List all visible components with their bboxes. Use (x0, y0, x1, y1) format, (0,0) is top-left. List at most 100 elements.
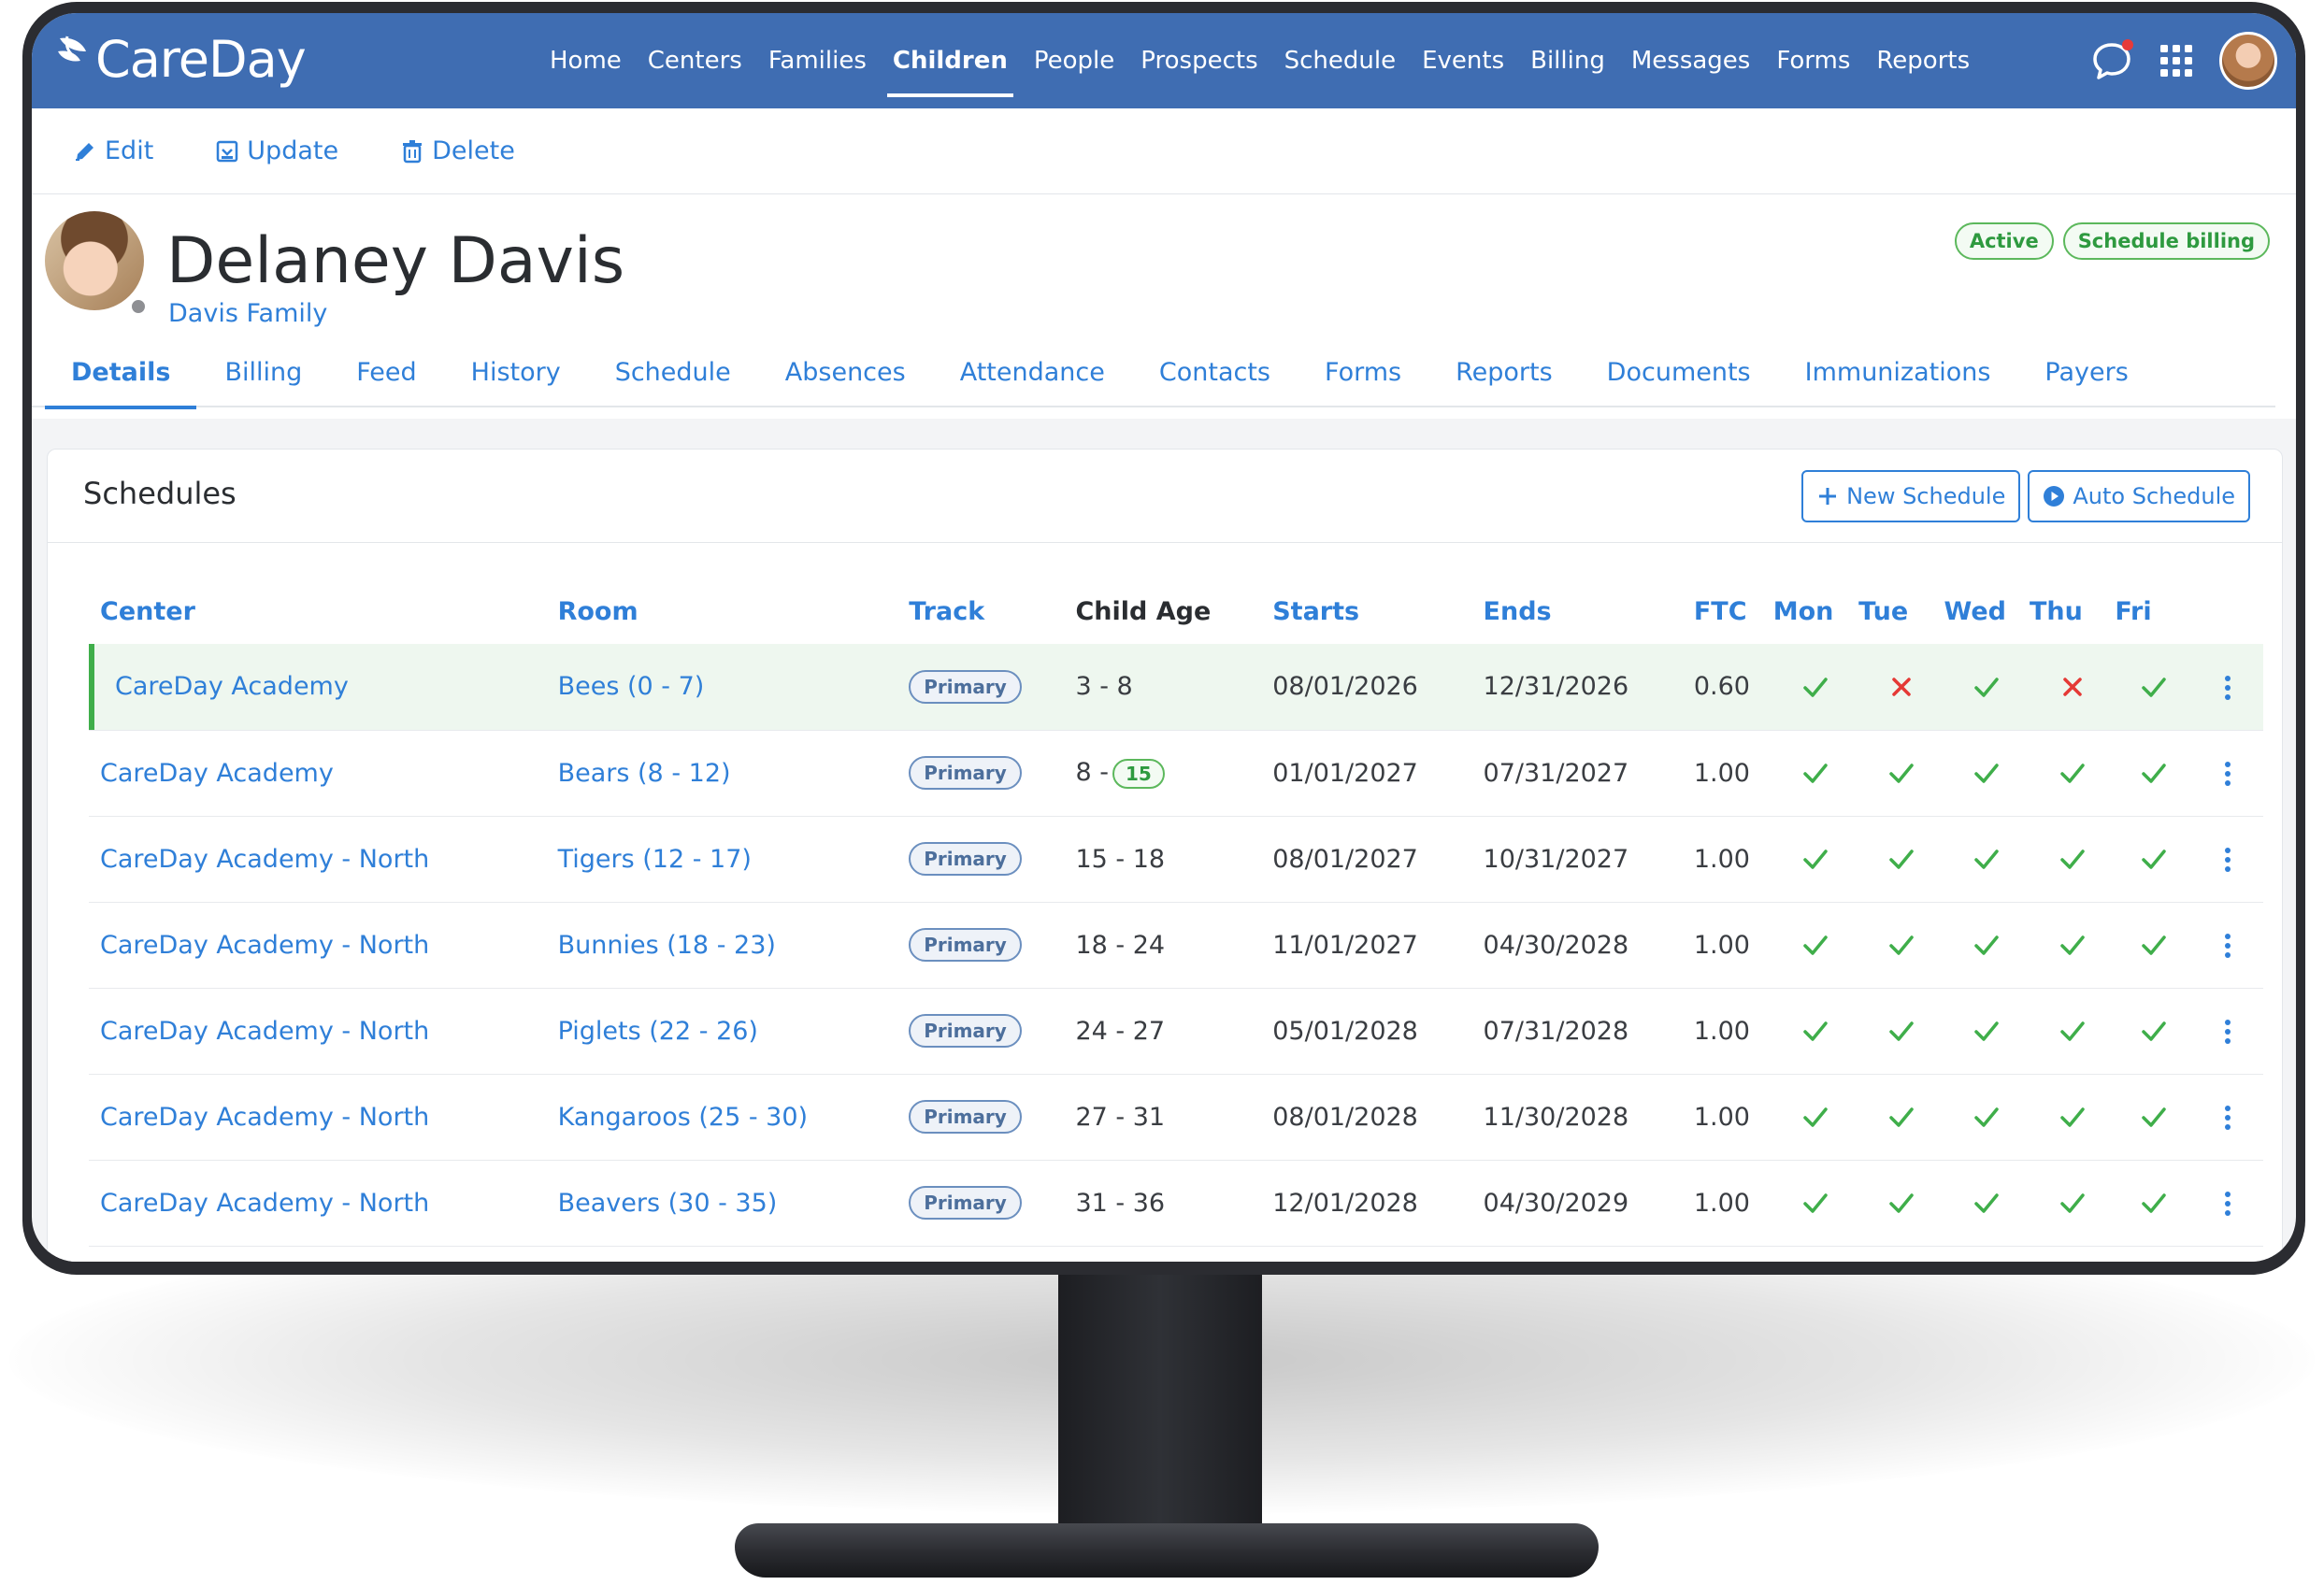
check-icon (2139, 844, 2169, 873)
schedule-center-link[interactable]: CareDay Academy (89, 730, 547, 817)
nav-item-people[interactable]: People (1021, 13, 1127, 108)
schedule-room-link[interactable]: Beavers (30 - 35) (546, 1160, 898, 1247)
schedule-billing-badge: Schedule billing (2062, 222, 2270, 260)
tab-history[interactable]: History (445, 344, 587, 407)
schedule-center-link[interactable]: CareDay Academy - North (89, 1074, 547, 1161)
row-actions-cell (2192, 902, 2263, 989)
tab-feed[interactable]: Feed (330, 344, 442, 407)
tab-immunizations[interactable]: Immunizations (1779, 344, 2017, 407)
col-tue[interactable]: Tue (1858, 578, 1944, 644)
check-icon (1800, 1016, 1830, 1045)
check-icon (1972, 758, 2001, 787)
col-ftc[interactable]: FTC (1683, 578, 1773, 644)
col-track[interactable]: Track (897, 578, 1064, 644)
nav-item-reports[interactable]: Reports (1863, 13, 1983, 108)
status-badges: Active Schedule billing (1945, 222, 2270, 260)
nav-item-families[interactable]: Families (755, 13, 880, 108)
more-vertical-icon[interactable] (2223, 844, 2232, 873)
top-navbar: CareDay Home Centers Families Children Peopl… (32, 13, 2296, 108)
nav-item-messages[interactable]: Messages (1618, 13, 1764, 108)
nav-item-schedule[interactable]: Schedule (1271, 13, 1409, 108)
more-vertical-icon[interactable] (2223, 672, 2232, 701)
col-fri[interactable]: Fri (2115, 578, 2192, 644)
day-wed-cell (1944, 816, 2030, 903)
nav-item-events[interactable]: Events (1409, 13, 1517, 108)
tab-reports[interactable]: Reports (1429, 344, 1579, 407)
more-vertical-icon[interactable] (2223, 758, 2232, 787)
schedule-center-link[interactable]: CareDay Academy - North (89, 816, 547, 903)
schedule-end-date: 12/31/2026 (1471, 644, 1683, 731)
tab-forms[interactable]: Forms (1298, 344, 1427, 407)
more-vertical-icon[interactable] (2223, 930, 2232, 959)
schedule-row[interactable]: CareDay Academy - North Bunnies (18 - 23)… (89, 902, 2263, 989)
tab-payers[interactable]: Payers (2018, 344, 2154, 407)
col-thu[interactable]: Thu (2030, 578, 2115, 644)
schedule-room-link[interactable]: Tigers (12 - 17) (546, 816, 898, 903)
nav-item-billing[interactable]: Billing (1517, 13, 1618, 108)
schedule-center-link[interactable]: CareDay Academy - North (89, 1160, 547, 1247)
child-subtabs: Details Billing Feed History Schedule Absence… (32, 344, 2275, 409)
check-icon (2139, 758, 2169, 787)
nav-item-centers[interactable]: Centers (635, 13, 755, 108)
day-mon-cell (1772, 1160, 1859, 1247)
child-avatar[interactable] (45, 211, 144, 310)
schedule-row[interactable]: CareDay Academy Bears (8 - 12) Primary 8 -1… (89, 730, 2263, 817)
row-actions-cell (2192, 816, 2263, 903)
schedule-row[interactable]: CareDay Academy - North Beavers (30 - 35)… (89, 1160, 2263, 1247)
edit-button[interactable]: Edit (73, 136, 153, 165)
family-link[interactable]: Davis Family (168, 299, 327, 328)
col-mon[interactable]: Mon (1773, 578, 1858, 644)
schedule-end-date: 07/31/2028 (1471, 988, 1683, 1075)
tab-attendance[interactable]: Attendance (934, 344, 1131, 407)
tab-schedule[interactable]: Schedule (589, 344, 757, 407)
schedule-center-link[interactable]: CareDay Academy - North (89, 902, 547, 989)
day-fri-cell (2115, 1160, 2193, 1247)
auto-schedule-button[interactable]: Auto Schedule (2028, 470, 2250, 522)
day-mon-cell (1772, 988, 1859, 1075)
col-room[interactable]: Room (547, 578, 898, 644)
nav-item-prospects[interactable]: Prospects (1127, 13, 1270, 108)
nav-item-forms[interactable]: Forms (1763, 13, 1863, 108)
nav-item-home[interactable]: Home (537, 13, 635, 108)
schedule-row[interactable]: CareDay Academy - North Kangaroos (25 - 3… (89, 1074, 2263, 1161)
schedule-room-link[interactable]: Bees (0 - 7) (546, 644, 898, 731)
tab-details[interactable]: Details (45, 344, 197, 409)
more-vertical-icon[interactable] (2223, 1016, 2232, 1045)
apps-grid-icon[interactable] (2158, 42, 2195, 79)
tab-billing[interactable]: Billing (198, 344, 328, 407)
schedule-room-link[interactable]: Bears (8 - 12) (546, 730, 898, 817)
monitor-stand-neck (1058, 1252, 1262, 1551)
chat-icon[interactable] (2088, 37, 2135, 84)
more-vertical-icon[interactable] (2223, 1188, 2232, 1217)
user-avatar[interactable] (2219, 32, 2277, 90)
col-ends[interactable]: Ends (1472, 578, 1683, 644)
check-icon (2058, 1016, 2087, 1045)
schedule-room-link[interactable]: Piglets (22 - 26) (546, 988, 898, 1075)
schedule-center-link[interactable]: CareDay Academy - North (89, 988, 547, 1075)
schedule-row[interactable]: CareDay Academy - North Piglets (22 - 26)… (89, 988, 2263, 1075)
nav-item-children[interactable]: Children (880, 13, 1021, 108)
tab-absences[interactable]: Absences (759, 344, 932, 407)
schedule-center-link[interactable]: CareDay Academy (89, 644, 547, 731)
schedule-row[interactable]: CareDay Academy - North Tigers (12 - 17) P… (89, 816, 2263, 903)
more-vertical-icon[interactable] (2223, 1102, 2232, 1131)
col-starts[interactable]: Starts (1261, 578, 1471, 644)
careday-logo[interactable]: CareDay (54, 26, 307, 92)
col-wed[interactable]: Wed (1944, 578, 2030, 644)
delete-button[interactable]: Delete (400, 136, 515, 165)
check-icon (1800, 758, 1830, 787)
new-schedule-button[interactable]: New Schedule (1801, 470, 2021, 522)
child-age-range: 8 - (1075, 757, 1109, 787)
schedule-room-link[interactable]: Bunnies (18 - 23) (546, 902, 898, 989)
tab-documents[interactable]: Documents (1581, 344, 1777, 407)
schedule-row[interactable]: CareDay Academy Bees (0 - 7) Primary 3 - 8 0… (89, 644, 2263, 731)
schedule-end-date: 10/31/2027 (1471, 816, 1683, 903)
day-wed-cell (1944, 730, 2030, 817)
day-tue-cell (1858, 730, 1944, 817)
update-button[interactable]: Update (215, 136, 338, 165)
col-center[interactable]: Center (89, 578, 547, 644)
track-pill: Primary (909, 756, 1022, 790)
tab-contacts[interactable]: Contacts (1133, 344, 1297, 407)
app-screen: CareDay Home Centers Families Children Peopl… (32, 13, 2296, 1262)
schedule-room-link[interactable]: Kangaroos (25 - 30) (546, 1074, 898, 1161)
